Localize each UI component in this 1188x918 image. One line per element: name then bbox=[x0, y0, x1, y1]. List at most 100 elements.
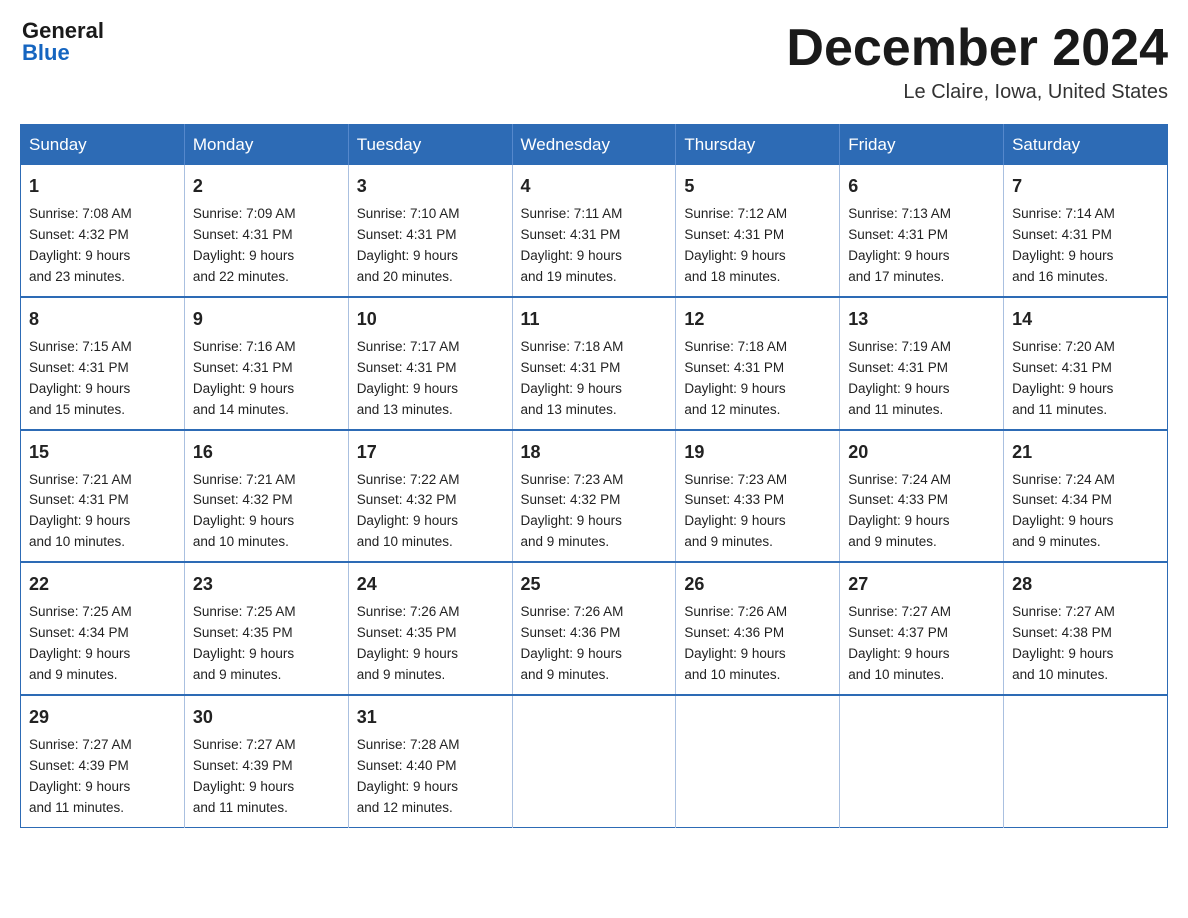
calendar-cell: 9 Sunrise: 7:16 AMSunset: 4:31 PMDayligh… bbox=[184, 297, 348, 430]
calendar-cell: 7 Sunrise: 7:14 AMSunset: 4:31 PMDayligh… bbox=[1004, 165, 1168, 297]
day-number: 4 bbox=[521, 173, 668, 200]
day-info: Sunrise: 7:15 AMSunset: 4:31 PMDaylight:… bbox=[29, 339, 132, 417]
day-number: 23 bbox=[193, 571, 340, 598]
calendar-cell: 6 Sunrise: 7:13 AMSunset: 4:31 PMDayligh… bbox=[840, 165, 1004, 297]
day-info: Sunrise: 7:27 AMSunset: 4:37 PMDaylight:… bbox=[848, 604, 951, 682]
calendar-cell: 24 Sunrise: 7:26 AMSunset: 4:35 PMDaylig… bbox=[348, 562, 512, 695]
col-thursday: Thursday bbox=[676, 125, 840, 166]
day-number: 22 bbox=[29, 571, 176, 598]
day-number: 24 bbox=[357, 571, 504, 598]
calendar-cell: 22 Sunrise: 7:25 AMSunset: 4:34 PMDaylig… bbox=[21, 562, 185, 695]
day-info: Sunrise: 7:11 AMSunset: 4:31 PMDaylight:… bbox=[521, 206, 623, 284]
logo-blue: Blue bbox=[22, 42, 104, 64]
day-info: Sunrise: 7:13 AMSunset: 4:31 PMDaylight:… bbox=[848, 206, 951, 284]
day-info: Sunrise: 7:21 AMSunset: 4:31 PMDaylight:… bbox=[29, 472, 132, 550]
day-info: Sunrise: 7:08 AMSunset: 4:32 PMDaylight:… bbox=[29, 206, 132, 284]
day-info: Sunrise: 7:27 AMSunset: 4:38 PMDaylight:… bbox=[1012, 604, 1115, 682]
calendar-cell: 21 Sunrise: 7:24 AMSunset: 4:34 PMDaylig… bbox=[1004, 430, 1168, 563]
day-info: Sunrise: 7:16 AMSunset: 4:31 PMDaylight:… bbox=[193, 339, 296, 417]
day-number: 21 bbox=[1012, 439, 1159, 466]
calendar-cell: 17 Sunrise: 7:22 AMSunset: 4:32 PMDaylig… bbox=[348, 430, 512, 563]
day-info: Sunrise: 7:24 AMSunset: 4:33 PMDaylight:… bbox=[848, 472, 951, 550]
day-number: 19 bbox=[684, 439, 831, 466]
calendar-cell: 31 Sunrise: 7:28 AMSunset: 4:40 PMDaylig… bbox=[348, 695, 512, 827]
calendar-cell: 12 Sunrise: 7:18 AMSunset: 4:31 PMDaylig… bbox=[676, 297, 840, 430]
day-info: Sunrise: 7:09 AMSunset: 4:31 PMDaylight:… bbox=[193, 206, 296, 284]
day-number: 5 bbox=[684, 173, 831, 200]
day-number: 15 bbox=[29, 439, 176, 466]
col-wednesday: Wednesday bbox=[512, 125, 676, 166]
day-number: 3 bbox=[357, 173, 504, 200]
day-info: Sunrise: 7:12 AMSunset: 4:31 PMDaylight:… bbox=[684, 206, 787, 284]
day-number: 20 bbox=[848, 439, 995, 466]
calendar-cell: 10 Sunrise: 7:17 AMSunset: 4:31 PMDaylig… bbox=[348, 297, 512, 430]
day-info: Sunrise: 7:21 AMSunset: 4:32 PMDaylight:… bbox=[193, 472, 296, 550]
calendar-cell: 18 Sunrise: 7:23 AMSunset: 4:32 PMDaylig… bbox=[512, 430, 676, 563]
calendar-week-4: 22 Sunrise: 7:25 AMSunset: 4:34 PMDaylig… bbox=[21, 562, 1168, 695]
day-info: Sunrise: 7:17 AMSunset: 4:31 PMDaylight:… bbox=[357, 339, 460, 417]
day-info: Sunrise: 7:20 AMSunset: 4:31 PMDaylight:… bbox=[1012, 339, 1115, 417]
calendar-cell: 25 Sunrise: 7:26 AMSunset: 4:36 PMDaylig… bbox=[512, 562, 676, 695]
day-number: 17 bbox=[357, 439, 504, 466]
col-saturday: Saturday bbox=[1004, 125, 1168, 166]
day-number: 27 bbox=[848, 571, 995, 598]
calendar-table: Sunday Monday Tuesday Wednesday Thursday… bbox=[20, 124, 1168, 827]
calendar-cell: 5 Sunrise: 7:12 AMSunset: 4:31 PMDayligh… bbox=[676, 165, 840, 297]
calendar-cell bbox=[1004, 695, 1168, 827]
calendar-week-1: 1 Sunrise: 7:08 AMSunset: 4:32 PMDayligh… bbox=[21, 165, 1168, 297]
day-number: 11 bbox=[521, 306, 668, 333]
day-info: Sunrise: 7:25 AMSunset: 4:35 PMDaylight:… bbox=[193, 604, 296, 682]
calendar-cell: 27 Sunrise: 7:27 AMSunset: 4:37 PMDaylig… bbox=[840, 562, 1004, 695]
calendar-cell: 30 Sunrise: 7:27 AMSunset: 4:39 PMDaylig… bbox=[184, 695, 348, 827]
calendar-cell: 15 Sunrise: 7:21 AMSunset: 4:31 PMDaylig… bbox=[21, 430, 185, 563]
calendar-cell: 16 Sunrise: 7:21 AMSunset: 4:32 PMDaylig… bbox=[184, 430, 348, 563]
calendar-cell: 11 Sunrise: 7:18 AMSunset: 4:31 PMDaylig… bbox=[512, 297, 676, 430]
calendar-cell: 23 Sunrise: 7:25 AMSunset: 4:35 PMDaylig… bbox=[184, 562, 348, 695]
day-number: 26 bbox=[684, 571, 831, 598]
day-info: Sunrise: 7:24 AMSunset: 4:34 PMDaylight:… bbox=[1012, 472, 1115, 550]
calendar-cell bbox=[676, 695, 840, 827]
day-info: Sunrise: 7:14 AMSunset: 4:31 PMDaylight:… bbox=[1012, 206, 1115, 284]
day-number: 31 bbox=[357, 704, 504, 731]
day-number: 16 bbox=[193, 439, 340, 466]
logo: General Blue bbox=[20, 20, 104, 64]
day-number: 8 bbox=[29, 306, 176, 333]
calendar-cell: 1 Sunrise: 7:08 AMSunset: 4:32 PMDayligh… bbox=[21, 165, 185, 297]
calendar-week-5: 29 Sunrise: 7:27 AMSunset: 4:39 PMDaylig… bbox=[21, 695, 1168, 827]
day-number: 29 bbox=[29, 704, 176, 731]
day-info: Sunrise: 7:23 AMSunset: 4:32 PMDaylight:… bbox=[521, 472, 624, 550]
day-info: Sunrise: 7:26 AMSunset: 4:36 PMDaylight:… bbox=[684, 604, 787, 682]
calendar-week-3: 15 Sunrise: 7:21 AMSunset: 4:31 PMDaylig… bbox=[21, 430, 1168, 563]
day-info: Sunrise: 7:23 AMSunset: 4:33 PMDaylight:… bbox=[684, 472, 787, 550]
day-number: 1 bbox=[29, 173, 176, 200]
calendar-cell: 26 Sunrise: 7:26 AMSunset: 4:36 PMDaylig… bbox=[676, 562, 840, 695]
day-info: Sunrise: 7:27 AMSunset: 4:39 PMDaylight:… bbox=[193, 737, 296, 815]
calendar-cell: 8 Sunrise: 7:15 AMSunset: 4:31 PMDayligh… bbox=[21, 297, 185, 430]
day-info: Sunrise: 7:28 AMSunset: 4:40 PMDaylight:… bbox=[357, 737, 460, 815]
day-info: Sunrise: 7:18 AMSunset: 4:31 PMDaylight:… bbox=[521, 339, 624, 417]
day-number: 25 bbox=[521, 571, 668, 598]
col-friday: Friday bbox=[840, 125, 1004, 166]
calendar-cell: 20 Sunrise: 7:24 AMSunset: 4:33 PMDaylig… bbox=[840, 430, 1004, 563]
title-section: December 2024 Le Claire, Iowa, United St… bbox=[786, 20, 1168, 104]
day-info: Sunrise: 7:25 AMSunset: 4:34 PMDaylight:… bbox=[29, 604, 132, 682]
day-number: 14 bbox=[1012, 306, 1159, 333]
calendar-cell: 13 Sunrise: 7:19 AMSunset: 4:31 PMDaylig… bbox=[840, 297, 1004, 430]
day-info: Sunrise: 7:10 AMSunset: 4:31 PMDaylight:… bbox=[357, 206, 460, 284]
day-number: 10 bbox=[357, 306, 504, 333]
day-number: 7 bbox=[1012, 173, 1159, 200]
calendar-cell: 4 Sunrise: 7:11 AMSunset: 4:31 PMDayligh… bbox=[512, 165, 676, 297]
day-number: 2 bbox=[193, 173, 340, 200]
day-info: Sunrise: 7:26 AMSunset: 4:36 PMDaylight:… bbox=[521, 604, 624, 682]
day-number: 13 bbox=[848, 306, 995, 333]
calendar-cell: 28 Sunrise: 7:27 AMSunset: 4:38 PMDaylig… bbox=[1004, 562, 1168, 695]
calendar-cell bbox=[840, 695, 1004, 827]
calendar-cell bbox=[512, 695, 676, 827]
day-info: Sunrise: 7:22 AMSunset: 4:32 PMDaylight:… bbox=[357, 472, 460, 550]
calendar-header-row: Sunday Monday Tuesday Wednesday Thursday… bbox=[21, 125, 1168, 166]
page-header: General Blue December 2024 Le Claire, Io… bbox=[20, 20, 1168, 104]
day-info: Sunrise: 7:26 AMSunset: 4:35 PMDaylight:… bbox=[357, 604, 460, 682]
day-info: Sunrise: 7:27 AMSunset: 4:39 PMDaylight:… bbox=[29, 737, 132, 815]
day-number: 18 bbox=[521, 439, 668, 466]
logo-general: General bbox=[22, 20, 104, 42]
